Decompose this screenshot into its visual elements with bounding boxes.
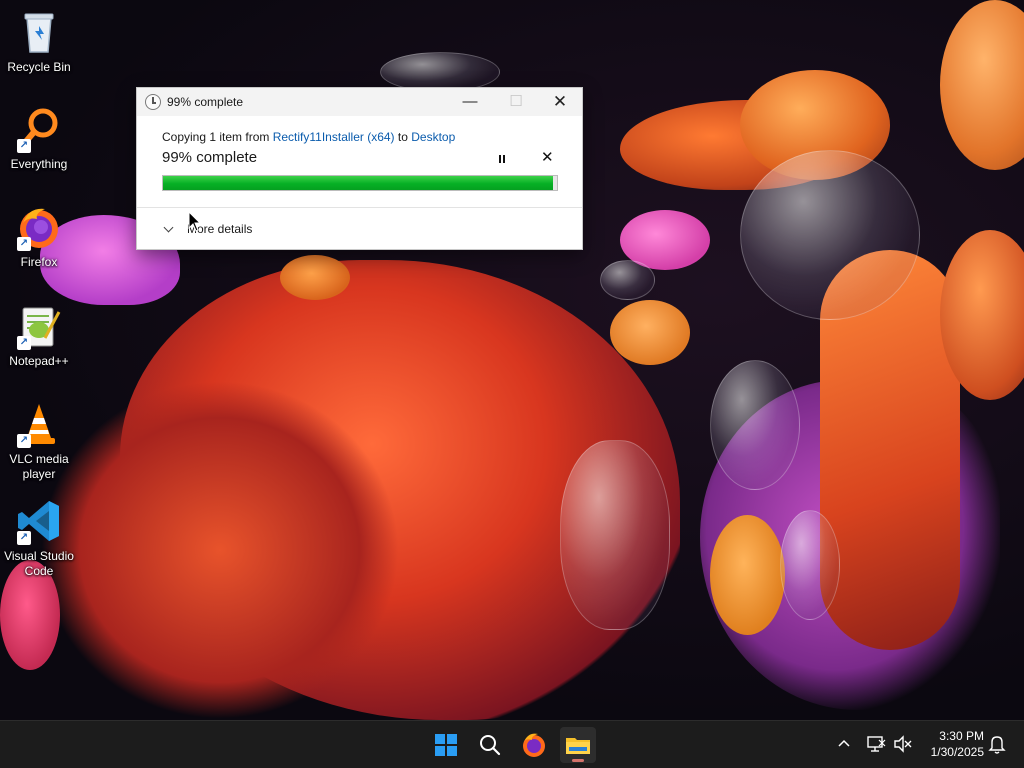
divider bbox=[137, 207, 582, 208]
shortcut-arrow-icon: ↗ bbox=[17, 434, 31, 448]
progress-bar bbox=[162, 175, 558, 191]
dialog-titlebar[interactable]: 99% complete — ☐ ✕ bbox=[137, 88, 582, 116]
notepad-plus-plus-icon: ↗ bbox=[15, 302, 63, 350]
file-explorer-icon bbox=[566, 738, 590, 754]
volume-button[interactable] bbox=[892, 728, 912, 765]
desktop-icon-label: Visual Studio Code bbox=[4, 549, 74, 578]
search-icon bbox=[480, 735, 501, 756]
maximize-button: ☐ bbox=[509, 93, 523, 110]
desktop-icon-vscode[interactable]: ↗ Visual Studio Code bbox=[0, 497, 78, 579]
network-status-button[interactable] bbox=[866, 728, 886, 765]
bell-icon bbox=[988, 736, 1006, 754]
copy-description: Copying 1 item from Rectify11Installer (… bbox=[162, 130, 455, 144]
file-copy-dialog: 99% complete — ☐ ✕ Copying 1 item from R… bbox=[136, 87, 583, 250]
chevron-up-icon bbox=[838, 739, 850, 747]
desktop-icon-label: Firefox bbox=[20, 255, 58, 269]
close-button[interactable]: ✕ bbox=[537, 88, 583, 116]
firefox-icon bbox=[523, 733, 545, 757]
taskbar-file-explorer[interactable] bbox=[560, 727, 596, 763]
shortcut-arrow-icon: ↗ bbox=[17, 336, 31, 350]
recycle-bin-icon bbox=[15, 8, 63, 56]
dialog-body: Copying 1 item from Rectify11Installer (… bbox=[137, 116, 582, 250]
speaker-muted-icon bbox=[894, 735, 912, 753]
notifications-button[interactable] bbox=[988, 728, 1006, 765]
taskbar-firefox[interactable] bbox=[516, 727, 552, 763]
desktop-icon-vlc[interactable]: ↗ VLC media player bbox=[0, 400, 78, 482]
dialog-title: 99% complete bbox=[167, 95, 244, 109]
progress-bar-fill bbox=[163, 176, 554, 190]
everything-search-icon: ↗ bbox=[15, 105, 63, 153]
network-disconnected-icon bbox=[867, 736, 886, 752]
start-button[interactable] bbox=[428, 727, 464, 763]
source-link[interactable]: Rectify11Installer (x64) bbox=[273, 130, 395, 144]
desktop-icon-label: Notepad++ bbox=[9, 354, 69, 368]
shortcut-arrow-icon: ↗ bbox=[17, 139, 31, 153]
shortcut-arrow-icon: ↗ bbox=[17, 237, 31, 251]
copy-prefix: Copying 1 item from bbox=[162, 130, 270, 144]
cancel-copy-button[interactable]: ✕ bbox=[541, 148, 554, 166]
desktop-icon-label: Everything bbox=[10, 157, 68, 171]
taskbar-clock[interactable]: 3:30 PM 1/30/2025 bbox=[920, 728, 984, 760]
destination-link[interactable]: Desktop bbox=[411, 130, 455, 144]
desktop-icon-label: VLC media player bbox=[9, 452, 69, 481]
desktop-icon-firefox[interactable]: ↗ Firefox bbox=[0, 203, 78, 270]
vscode-icon: ↗ bbox=[15, 497, 63, 545]
active-app-indicator bbox=[572, 759, 584, 762]
progress-status: 99% complete bbox=[162, 149, 258, 166]
firefox-icon: ↗ bbox=[15, 203, 63, 251]
clock-date: 1/30/2025 bbox=[930, 745, 984, 759]
minimize-button[interactable]: — bbox=[447, 88, 493, 116]
show-hidden-icons-button[interactable] bbox=[837, 737, 851, 754]
vlc-icon: ↗ bbox=[15, 400, 63, 448]
windows-start-icon bbox=[435, 734, 457, 756]
chevron-down-icon bbox=[163, 222, 174, 233]
clock-time: 3:30 PM bbox=[939, 729, 984, 743]
shortcut-arrow-icon: ↗ bbox=[17, 531, 31, 545]
desktop-icon-recycle-bin[interactable]: Recycle Bin bbox=[0, 8, 78, 75]
clock-icon bbox=[145, 94, 161, 110]
copy-to-text: to bbox=[397, 130, 408, 144]
desktop-icon-notepad-plus-plus[interactable]: ↗ Notepad++ bbox=[0, 302, 78, 369]
pause-button[interactable] bbox=[494, 151, 510, 167]
desktop-icon-everything[interactable]: ↗ Everything bbox=[0, 105, 78, 172]
taskbar-search-button[interactable] bbox=[472, 727, 508, 763]
desktop-icon-label: Recycle Bin bbox=[7, 60, 71, 74]
